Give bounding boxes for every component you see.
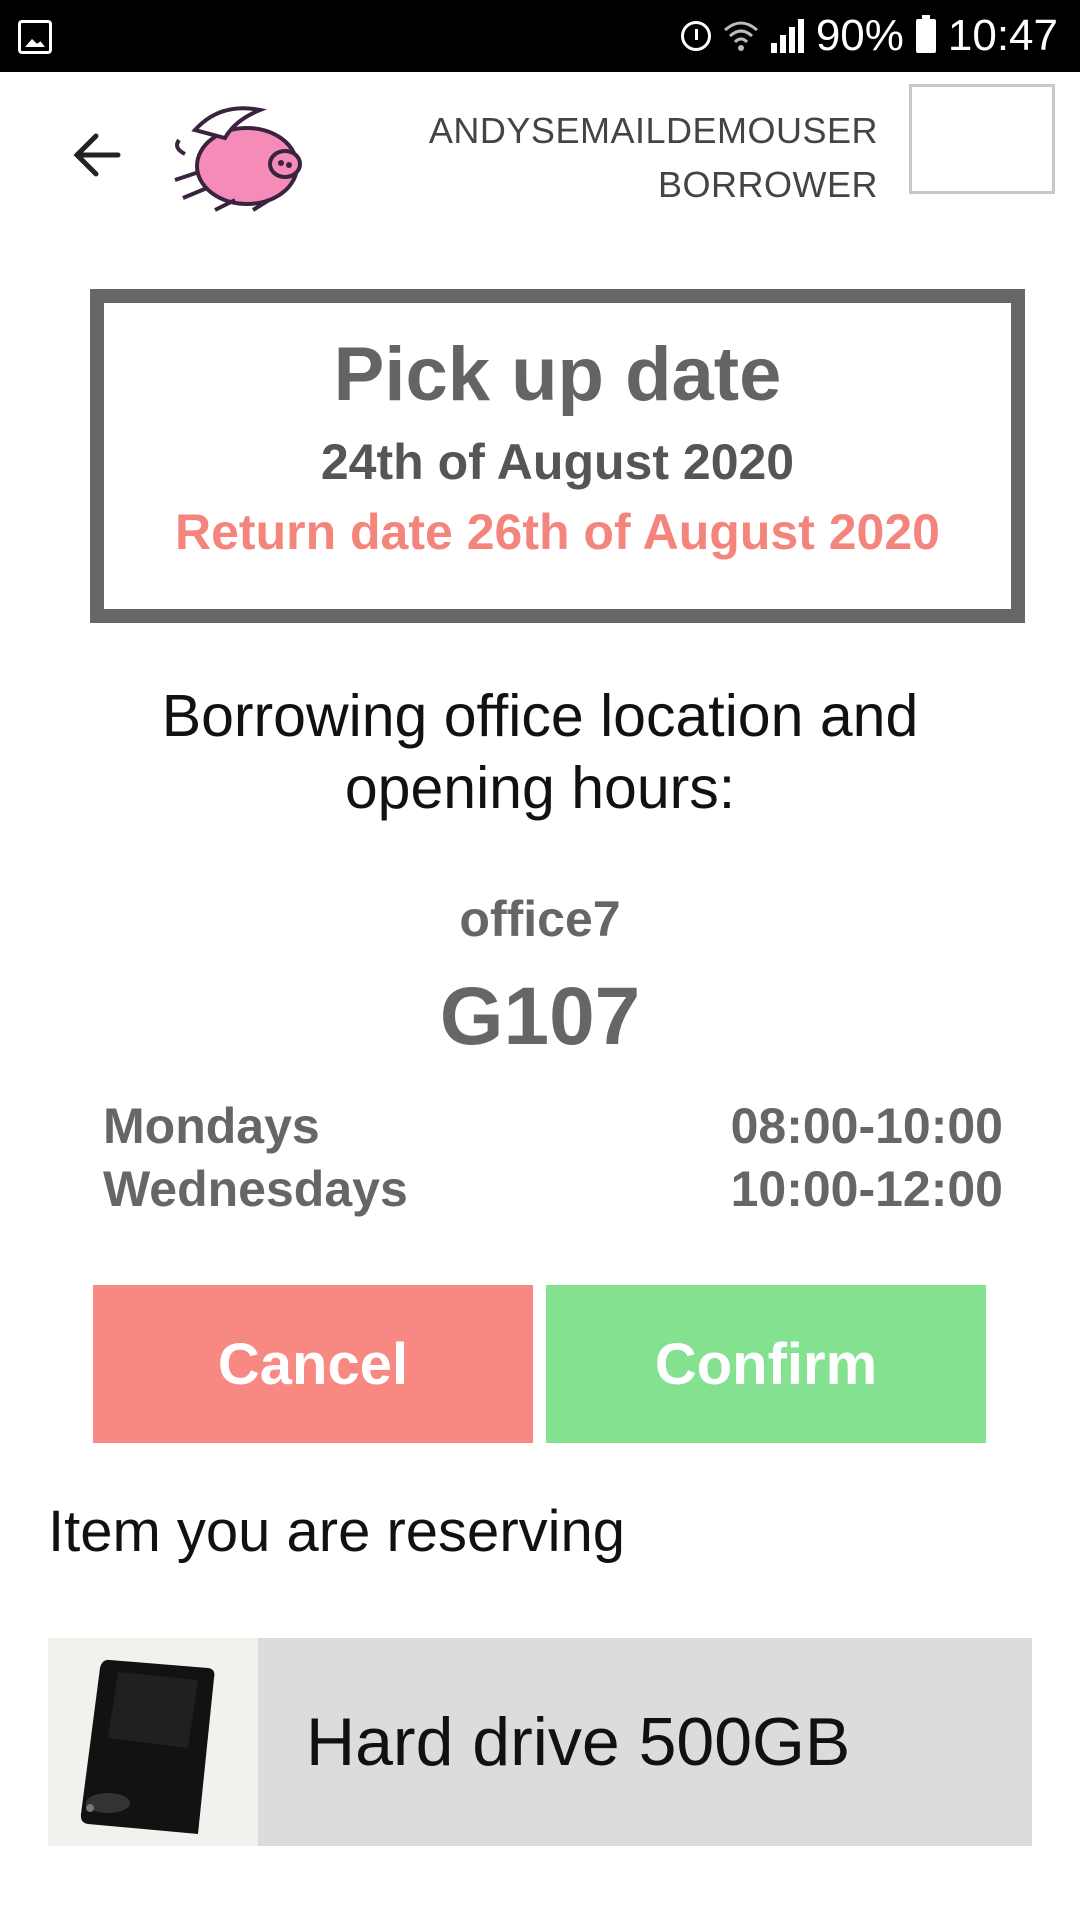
item-photo <box>48 1638 258 1846</box>
office-room: G107 <box>439 971 641 1062</box>
status-indicators: 90% 10:47 <box>680 0 1058 72</box>
hours-time: 10:00-12:00 <box>730 1161 1003 1217</box>
item-name: Hard drive 500GB <box>306 1704 851 1780</box>
hours-day: Mondays <box>103 1098 320 1154</box>
status-bar: 90% 10:47 <box>0 0 1080 72</box>
hours-row: Mondays 08:00-10:00 <box>103 1095 1003 1158</box>
hours-day: Wednesdays <box>103 1161 408 1217</box>
flying-pig-logo <box>174 106 302 212</box>
office-heading-text: Borrowing office location and opening ho… <box>161 683 919 821</box>
pickup-date: 24th of August 2020 <box>320 434 795 490</box>
office-name: office7 <box>459 891 621 947</box>
alarm-icon <box>680 21 711 51</box>
battery-icon <box>915 15 936 53</box>
battery-percent: 90% <box>815 11 904 60</box>
user-role: BORROWER <box>658 164 878 205</box>
pickup-title: Pick up date <box>333 332 782 417</box>
gallery-icon <box>18 20 52 54</box>
office-heading: Borrowing office location and opening ho… <box>0 680 1080 824</box>
back-arrow-icon[interactable] <box>70 128 124 182</box>
return-date: Return date 26th of August 2020 <box>175 504 940 560</box>
signal-icon <box>770 19 804 53</box>
hours-time: 08:00-10:00 <box>730 1098 1003 1154</box>
item-name-box: Hard drive 500GB <box>258 1638 1032 1846</box>
reserved-item[interactable]: Hard drive 500GB <box>48 1638 1032 1846</box>
username: ANDYSEMAILDEMOUSER <box>428 110 878 151</box>
opening-hours: Mondays 08:00-10:00 Wednesdays 10:00-12:… <box>103 1095 1003 1221</box>
reserving-heading: Item you are reserving <box>48 1499 626 1564</box>
date-summary-box: Pick up date 24th of August 2020 Return … <box>90 289 1025 623</box>
user-info: ANDYSEMAILDEMOUSER BORROWER <box>429 104 878 212</box>
hours-row: Wednesdays 10:00-12:00 <box>103 1158 1003 1221</box>
clock: 10:47 <box>947 11 1058 60</box>
confirm-button[interactable]: Confirm <box>546 1285 986 1443</box>
avatar[interactable] <box>909 84 1055 194</box>
cancel-button[interactable]: Cancel <box>93 1285 533 1443</box>
wifi-icon <box>723 21 758 51</box>
